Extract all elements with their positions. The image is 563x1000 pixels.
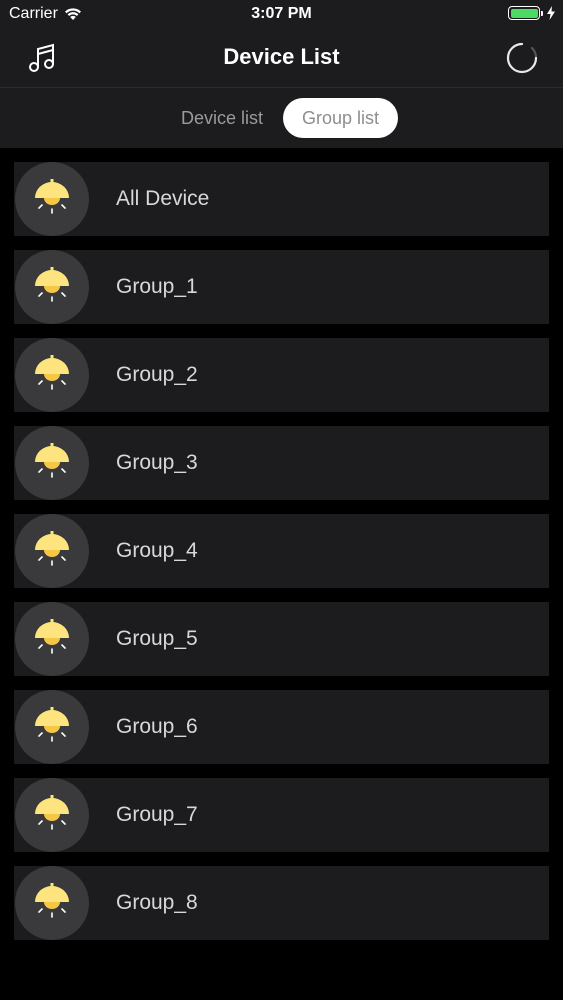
segmented-control: Device list Group list bbox=[0, 88, 563, 148]
battery-fill bbox=[510, 8, 538, 18]
battery-icon bbox=[508, 6, 540, 20]
lamp-icon-circle bbox=[15, 250, 89, 324]
list-item[interactable]: Group_2 bbox=[14, 338, 549, 412]
list-item-label: Group_6 bbox=[116, 715, 198, 738]
lamp-icon bbox=[35, 179, 69, 214]
lamp-icon-circle bbox=[15, 602, 89, 676]
lamp-icon bbox=[35, 883, 69, 918]
tab-device-list[interactable]: Device list bbox=[170, 98, 274, 138]
list-item[interactable]: Group_8 bbox=[14, 866, 549, 940]
loading-spinner-icon bbox=[506, 42, 538, 74]
lamp-icon-circle bbox=[15, 162, 89, 236]
lamp-icon-circle bbox=[15, 426, 89, 500]
lamp-icon-circle bbox=[15, 866, 89, 940]
list-item[interactable]: Group_5 bbox=[14, 602, 549, 676]
lamp-icon bbox=[35, 267, 69, 302]
status-time: 3:07 PM bbox=[251, 5, 312, 22]
group-list: All Device Group_1 Group_2 Group_3 Group… bbox=[14, 162, 549, 954]
list-item[interactable]: All Device bbox=[14, 162, 549, 236]
list-item-label: Group_3 bbox=[116, 451, 198, 474]
tab-group-list[interactable]: Group list bbox=[283, 98, 398, 138]
lamp-icon bbox=[35, 355, 69, 390]
list-item-label: Group_7 bbox=[116, 803, 198, 826]
list-item-label: Group_8 bbox=[116, 891, 198, 914]
lamp-icon bbox=[35, 707, 69, 742]
refresh-button[interactable] bbox=[505, 41, 539, 75]
list-item-label: Group_5 bbox=[116, 627, 198, 650]
status-right bbox=[508, 6, 555, 20]
list-item[interactable]: Group_1 bbox=[14, 250, 549, 324]
charging-bolt-icon bbox=[547, 6, 555, 20]
list-item-label: Group_1 bbox=[116, 275, 198, 298]
lamp-icon-circle bbox=[15, 778, 89, 852]
lamp-icon-circle bbox=[15, 690, 89, 764]
lamp-icon-circle bbox=[15, 514, 89, 588]
battery-cap bbox=[541, 10, 543, 16]
lamp-icon bbox=[35, 443, 69, 478]
list-item-label: Group_4 bbox=[116, 539, 198, 562]
navigation-bar: Device List bbox=[0, 30, 563, 88]
list-item[interactable]: Group_4 bbox=[14, 514, 549, 588]
lamp-icon-circle bbox=[15, 338, 89, 412]
list-item-label: All Device bbox=[116, 187, 210, 210]
page-title: Device List bbox=[223, 44, 340, 69]
list-item-label: Group_2 bbox=[116, 363, 198, 386]
lamp-icon bbox=[35, 795, 69, 830]
lamp-icon bbox=[35, 619, 69, 654]
lamp-icon bbox=[35, 531, 69, 566]
list-item[interactable]: Group_7 bbox=[14, 778, 549, 852]
status-bar: Carrier 3:07 PM bbox=[0, 0, 563, 30]
list-item[interactable]: Group_6 bbox=[14, 690, 549, 764]
list-item[interactable]: Group_3 bbox=[14, 426, 549, 500]
